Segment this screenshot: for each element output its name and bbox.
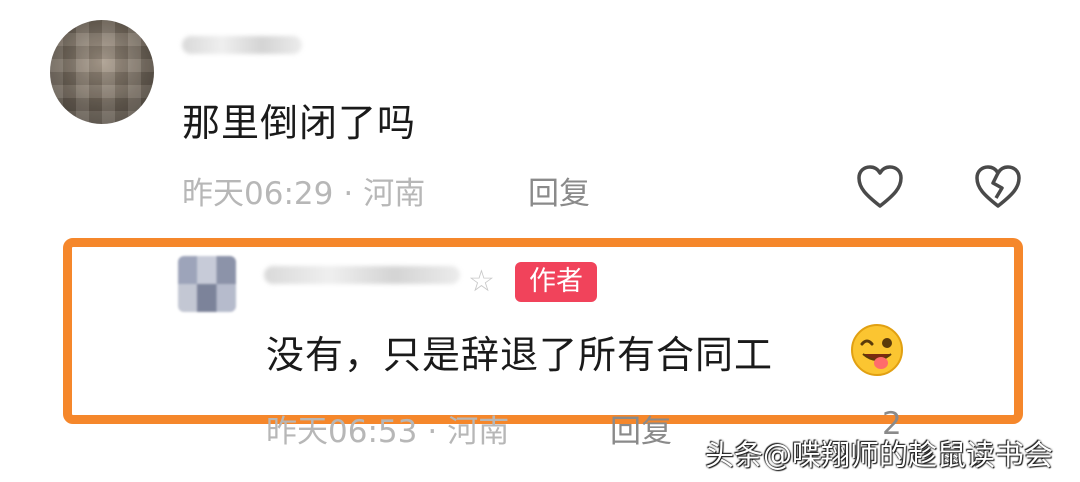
comment-text: 那里倒闭了吗 — [182, 101, 417, 145]
watermark: 头条@喋翔师的趁鼠读书会 — [705, 438, 1054, 472]
reply-button[interactable]: 回复 — [528, 168, 590, 213]
reply-location: 河南 — [447, 414, 510, 450]
comment-location: 河南 — [363, 176, 426, 212]
author-avatar[interactable] — [178, 256, 236, 312]
wink-tongue-emoji-icon — [848, 322, 906, 378]
like-heart-icon[interactable] — [856, 164, 904, 210]
meta-separator: · — [427, 414, 438, 450]
meta-separator: · — [343, 176, 354, 212]
comment-time: 昨天06:29 — [182, 176, 334, 212]
reply-text: 没有，只是辞退了所有合同工 — [266, 324, 773, 379]
comment-meta: 昨天06:29 · 河南 — [182, 168, 425, 213]
reply-to-reply-button[interactable]: 回复 — [610, 406, 672, 451]
reply-text-content: 没有，只是辞退了所有合同工 — [266, 333, 774, 377]
commenter-avatar[interactable] — [50, 20, 154, 124]
commenter-name-blurred[interactable] — [182, 36, 302, 54]
author-badge: 作者 — [515, 262, 597, 302]
author-name-blurred[interactable] — [264, 266, 460, 284]
reply-meta: 昨天06:53 · 河南 — [266, 406, 509, 451]
star-icon: ☆ — [468, 264, 495, 299]
dislike-broken-heart-icon[interactable] — [974, 164, 1022, 210]
reply-time: 昨天06:53 — [266, 414, 418, 450]
